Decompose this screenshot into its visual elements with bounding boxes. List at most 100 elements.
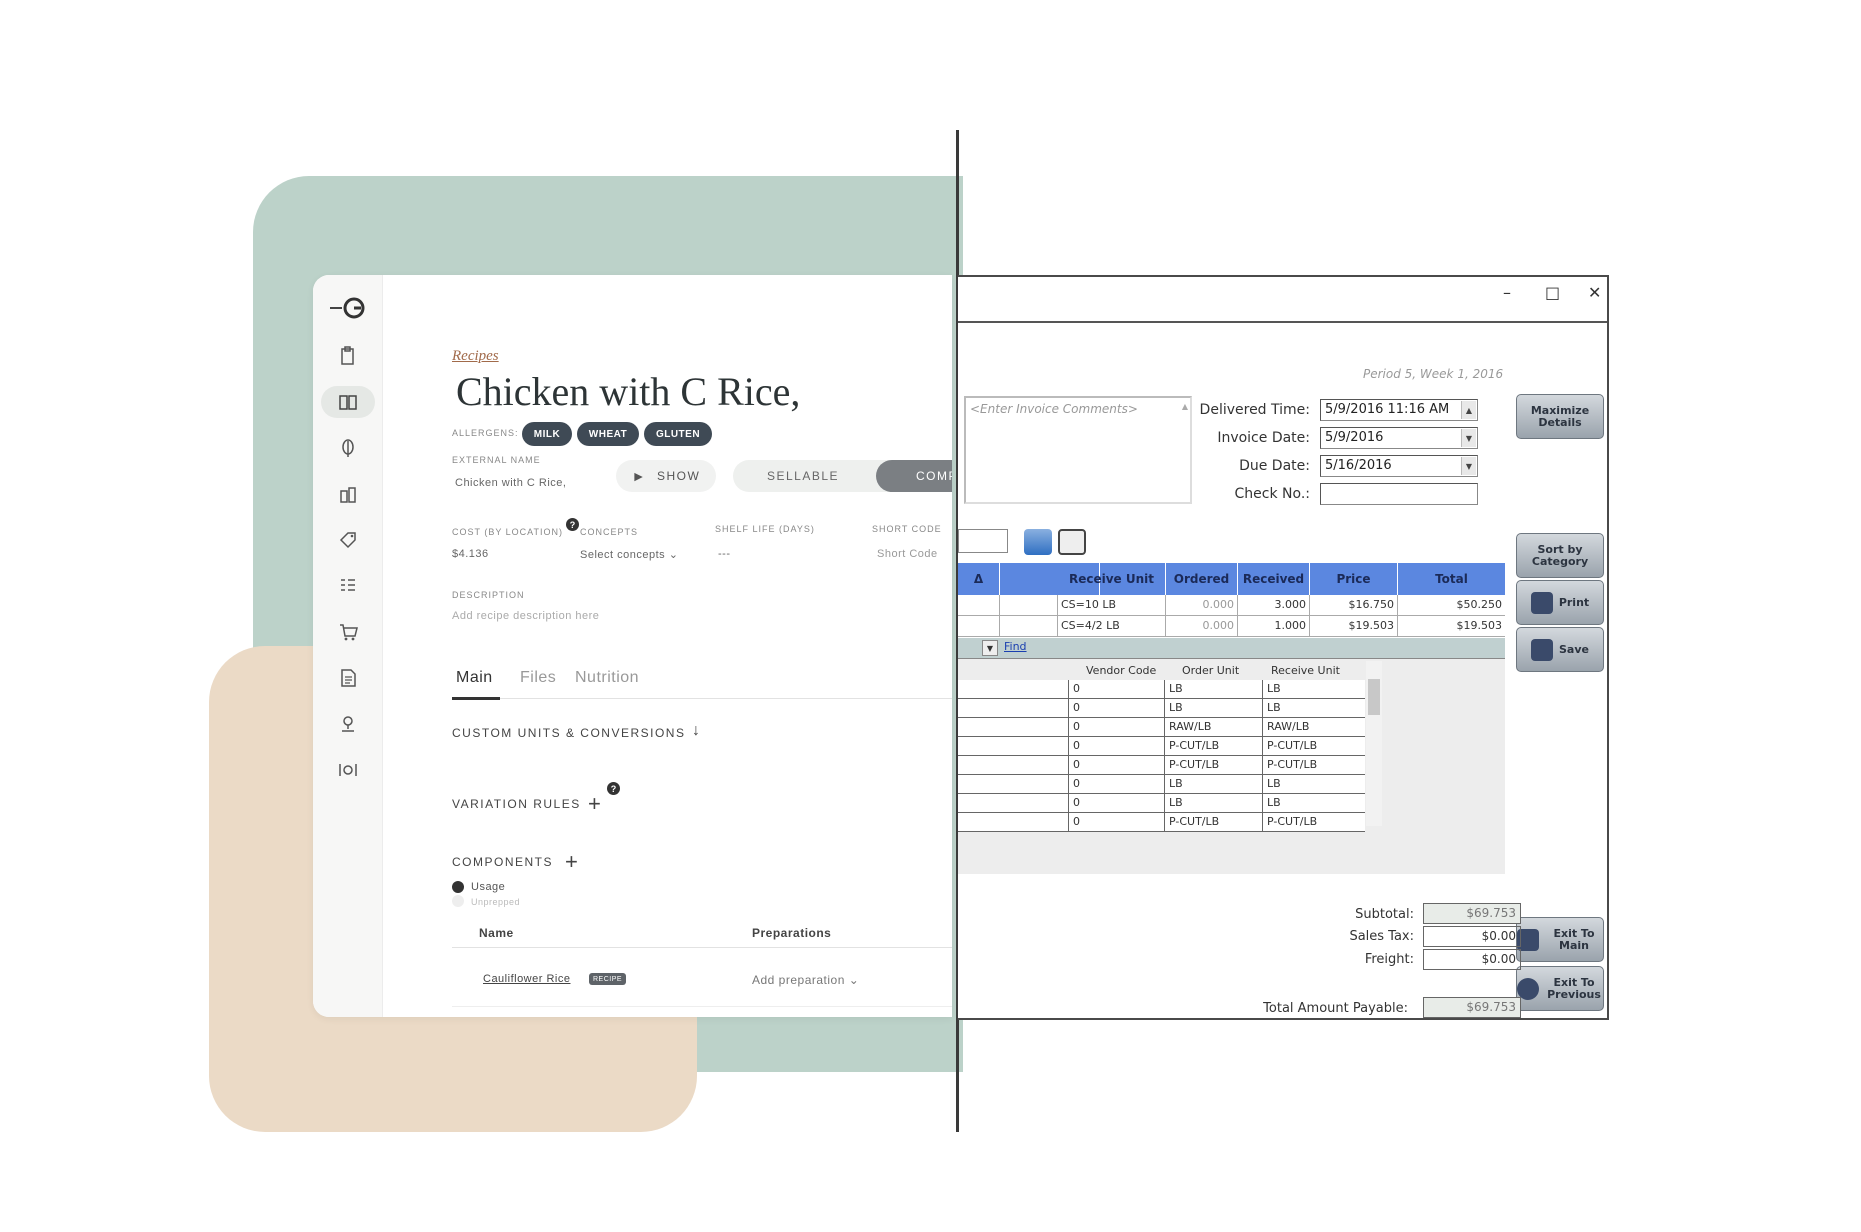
grid-header-receive-unit[interactable]: Receive Unit — [1058, 563, 1166, 595]
location-pin-icon[interactable] — [321, 708, 375, 740]
lookup-cell-receive-unit[interactable]: LB — [1262, 680, 1365, 699]
chevron-down-icon[interactable]: ▼ — [1461, 457, 1476, 475]
lookup-cell-order-unit[interactable]: P-CUT/LB — [1164, 813, 1262, 832]
chevron-down-icon[interactable]: ▼ — [1461, 429, 1476, 447]
lookup-cell-receive-unit[interactable]: LB — [1262, 794, 1365, 813]
cart-icon[interactable] — [321, 616, 375, 648]
grid-cell-ordered[interactable]: 0.000 — [1166, 595, 1238, 616]
lookup-row[interactable]: 0 LB LB — [958, 794, 1365, 813]
due-date-field[interactable]: 5/16/2016 ▼ — [1320, 455, 1478, 477]
spinner-icon[interactable]: ▲ — [1461, 401, 1476, 419]
lookup-cell-vendor-code[interactable]: 0 — [1068, 794, 1164, 813]
lookup-cell-vendor-code[interactable]: 0 — [1068, 680, 1164, 699]
lookup-scrollbar[interactable] — [1366, 661, 1382, 826]
shelf-life-value[interactable]: --- — [718, 548, 731, 560]
component-name-link[interactable]: Cauliflower Rice — [483, 973, 570, 985]
table-row[interactable]: CS=4/2 LB 0.000 1.000 $19.503 $19.503 — [958, 616, 1505, 637]
concepts-select[interactable]: Select concepts ⌄ — [580, 548, 678, 561]
bottles-icon[interactable] — [321, 478, 375, 510]
maximize-icon[interactable]: □ — [1545, 283, 1560, 302]
tab-nutrition[interactable]: Nutrition — [575, 669, 639, 687]
grid-cell-received[interactable]: 1.000 — [1238, 616, 1310, 637]
lookup-cell-receive-unit[interactable]: P-CUT/LB — [1262, 813, 1365, 832]
allergen-badge-gluten[interactable]: GLUTEN — [644, 422, 712, 446]
tab-main[interactable]: Main — [456, 669, 493, 687]
lookup-cell-receive-unit[interactable]: P-CUT/LB — [1262, 756, 1365, 775]
allergen-badge-wheat[interactable]: WHEAT — [577, 422, 639, 446]
short-code-input[interactable]: Short Code — [877, 548, 938, 560]
help-icon[interactable]: ? — [566, 518, 579, 531]
grid-cell-price[interactable]: $16.750 — [1310, 595, 1398, 616]
minimize-icon[interactable]: – — [1503, 283, 1511, 302]
lookup-row[interactable]: 0 P-CUT/LB P-CUT/LB — [958, 756, 1365, 775]
print-button[interactable]: Print — [1516, 580, 1604, 625]
radio-unprepped[interactable] — [452, 895, 464, 907]
invoice-comments-input[interactable]: <Enter Invoice Comments> ▲ — [964, 396, 1192, 504]
add-variation-rule-icon[interactable]: + — [588, 793, 601, 815]
sort-indicator-icon[interactable]: Δ — [958, 563, 1000, 595]
tag-icon[interactable] — [321, 524, 375, 556]
document-icon[interactable] — [321, 662, 375, 694]
invoice-date-field[interactable]: 5/9/2016 ▼ — [1320, 427, 1478, 449]
grid-cell-price[interactable]: $19.503 — [1310, 616, 1398, 637]
breadcrumb[interactable]: Recipes — [452, 348, 499, 365]
find-link[interactable]: Find — [1004, 640, 1027, 653]
lookup-cell-order-unit[interactable]: P-CUT/LB — [1164, 756, 1262, 775]
add-preparation-select[interactable]: Add preparation ⌄ — [752, 973, 859, 987]
lookup-cell-receive-unit[interactable]: LB — [1262, 775, 1365, 794]
save-button[interactable]: Save — [1516, 627, 1604, 672]
clipboard-icon[interactable] — [321, 340, 375, 372]
globe-icon[interactable] — [1024, 529, 1052, 555]
toggle-sellable[interactable]: SELLABLE — [733, 460, 873, 492]
chevron-down-icon[interactable]: ▼ — [982, 640, 998, 656]
exit-to-main-button[interactable]: Exit To Main — [1516, 917, 1604, 962]
grid-search-input[interactable] — [958, 529, 1008, 553]
allergen-badge-milk[interactable]: MILK — [522, 422, 572, 446]
sort-by-category-button[interactable]: Sort by Category — [1516, 533, 1604, 578]
sellable-component-toggle[interactable]: SELLABLE COMP — [733, 460, 952, 492]
lookup-row[interactable]: 0 LB LB — [958, 699, 1365, 718]
lookup-cell-vendor-code[interactable]: 0 — [1068, 718, 1164, 737]
exit-to-previous-button[interactable]: Exit To Previous — [1516, 966, 1604, 1011]
lookup-cell-order-unit[interactable]: LB — [1164, 794, 1262, 813]
lookup-row[interactable]: 0 LB LB — [958, 775, 1365, 794]
table-row[interactable]: CS=10 LB 0.000 3.000 $16.750 $50.250 — [958, 595, 1505, 616]
grid-header-ordered[interactable]: Ordered — [1166, 563, 1238, 595]
freight-field[interactable]: $0.00 — [1423, 949, 1521, 970]
lookup-row[interactable]: 0 P-CUT/LB P-CUT/LB — [958, 813, 1365, 832]
tab-files[interactable]: Files — [520, 669, 556, 687]
description-input[interactable]: Add recipe description here — [452, 610, 599, 622]
lookup-cell-receive-unit[interactable]: RAW/LB — [1262, 718, 1365, 737]
lookup-cell-vendor-code[interactable]: 0 — [1068, 813, 1164, 832]
lookup-cell-vendor-code[interactable]: 0 — [1068, 775, 1164, 794]
sales-tax-field[interactable]: $0.00 — [1423, 926, 1521, 947]
grid-header-received[interactable]: Received — [1238, 563, 1310, 595]
lookup-cell-vendor-code[interactable]: 0 — [1068, 737, 1164, 756]
lookup-cell-receive-unit[interactable]: P-CUT/LB — [1262, 737, 1365, 756]
radio-usage[interactable] — [452, 881, 464, 893]
grid-cell-ordered[interactable]: 0.000 — [1166, 616, 1238, 637]
grid-cell-receive-unit[interactable]: CS=10 LB — [1058, 595, 1166, 616]
show-button[interactable]: ► SHOW — [616, 460, 716, 492]
grid-cell-receive-unit[interactable]: CS=4/2 LB — [1058, 616, 1166, 637]
toggle-component[interactable]: COMP — [876, 460, 952, 492]
close-icon[interactable]: ✕ — [1588, 283, 1601, 302]
printer-icon[interactable] — [1058, 529, 1086, 555]
lookup-cell-order-unit[interactable]: P-CUT/LB — [1164, 737, 1262, 756]
arrow-down-icon[interactable]: ↓ — [692, 722, 700, 740]
maximize-details-button[interactable]: Maximize Details — [1516, 394, 1604, 439]
lookup-cell-order-unit[interactable]: LB — [1164, 775, 1262, 794]
lookup-cell-order-unit[interactable]: LB — [1164, 680, 1262, 699]
help-icon[interactable]: ? — [607, 782, 620, 795]
delivered-time-field[interactable]: 5/9/2016 11:16 AM ▲ — [1320, 399, 1478, 421]
scroll-thumb[interactable] — [1368, 679, 1380, 715]
grid-header-price[interactable]: Price — [1310, 563, 1398, 595]
custom-units-header[interactable]: CUSTOM UNITS & CONVERSIONS — [452, 726, 685, 740]
external-name-value[interactable]: Chicken with C Rice, — [455, 477, 566, 489]
checklist-icon[interactable] — [321, 570, 375, 602]
lookup-cell-receive-unit[interactable]: LB — [1262, 699, 1365, 718]
check-no-field[interactable] — [1320, 483, 1478, 505]
lookup-cell-order-unit[interactable]: LB — [1164, 699, 1262, 718]
dining-icon[interactable] — [321, 754, 375, 786]
lookup-cell-vendor-code[interactable]: 0 — [1068, 699, 1164, 718]
